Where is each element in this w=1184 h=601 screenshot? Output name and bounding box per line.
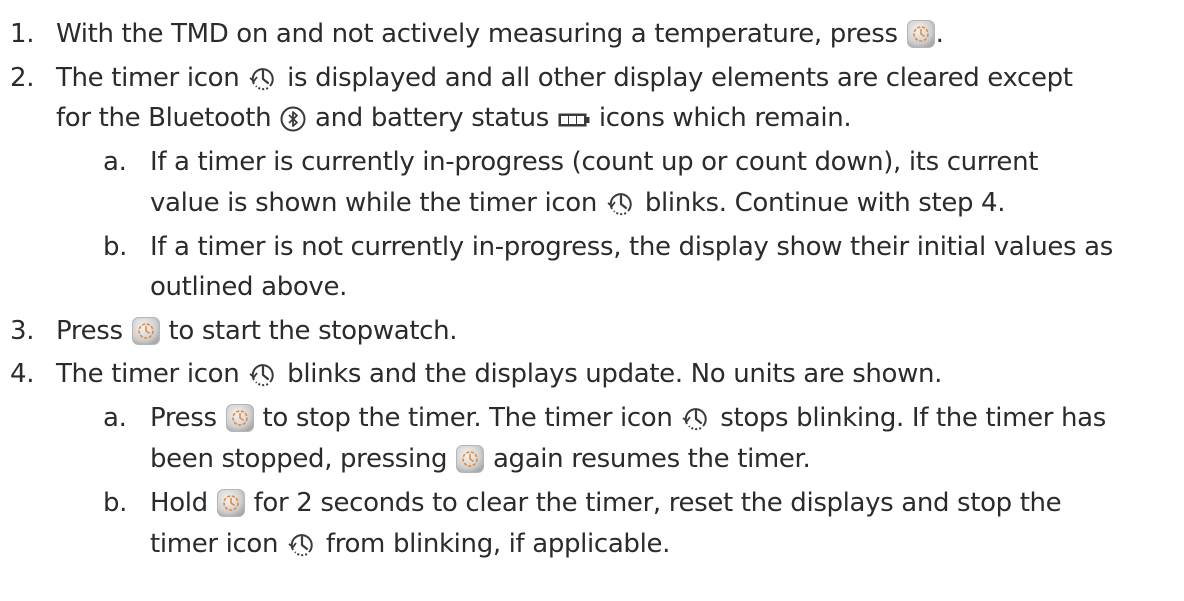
step-2a-letter: a. — [103, 147, 127, 177]
step-1-number: 1. — [10, 19, 35, 49]
instruction-document: 1. With the TMD on and not actively meas… — [0, 0, 1184, 601]
timer-button-icon — [132, 317, 160, 345]
timer-button-icon — [907, 20, 935, 48]
timer-button-icon — [217, 489, 245, 517]
step-2-number: 2. — [10, 63, 35, 93]
step-2a-line-2: value is shown while the timer icon blin… — [150, 188, 1006, 218]
step-4b-line-1: Hold for 2 seconds to clear the timer, r… — [150, 488, 1062, 518]
step-2b-letter: b. — [103, 232, 128, 262]
timer-button-icon — [456, 445, 484, 473]
battery-icon — [558, 113, 590, 127]
step-4-text: The timer icon blinks and the displays u… — [56, 359, 943, 389]
step-3-number: 3. — [10, 316, 35, 346]
step-4-number: 4. — [10, 359, 35, 389]
step-2-line-2: for the Bluetooth and battery status ico… — [56, 103, 852, 133]
step-2a-line-1: If a timer is currently in-progress (cou… — [150, 147, 1039, 177]
bluetooth-icon — [280, 106, 306, 132]
step-2b-line-1: If a timer is not currently in-progress,… — [150, 232, 1113, 262]
step-4b-line-2: timer icon from blinking, if applicable. — [150, 529, 671, 559]
timer-icon — [681, 404, 711, 432]
timer-icon — [606, 189, 636, 217]
step-3-text: Press to start the stopwatch. — [56, 316, 458, 346]
timer-icon — [287, 530, 317, 558]
step-4a-line-1: Press to stop the timer. The timer icon … — [150, 403, 1106, 433]
step-4b-letter: b. — [103, 488, 128, 518]
step-2b-line-2: outlined above. — [150, 272, 348, 302]
step-2-line-1: The timer icon is displayed and all othe… — [56, 63, 1073, 93]
step-1-text: With the TMD on and not actively measuri… — [56, 19, 944, 49]
timer-button-icon — [226, 404, 254, 432]
timer-icon — [248, 360, 278, 388]
step-4a-line-2: been stopped, pressing again resumes the… — [150, 444, 811, 474]
step-4a-letter: a. — [103, 403, 127, 433]
timer-icon — [248, 64, 278, 92]
